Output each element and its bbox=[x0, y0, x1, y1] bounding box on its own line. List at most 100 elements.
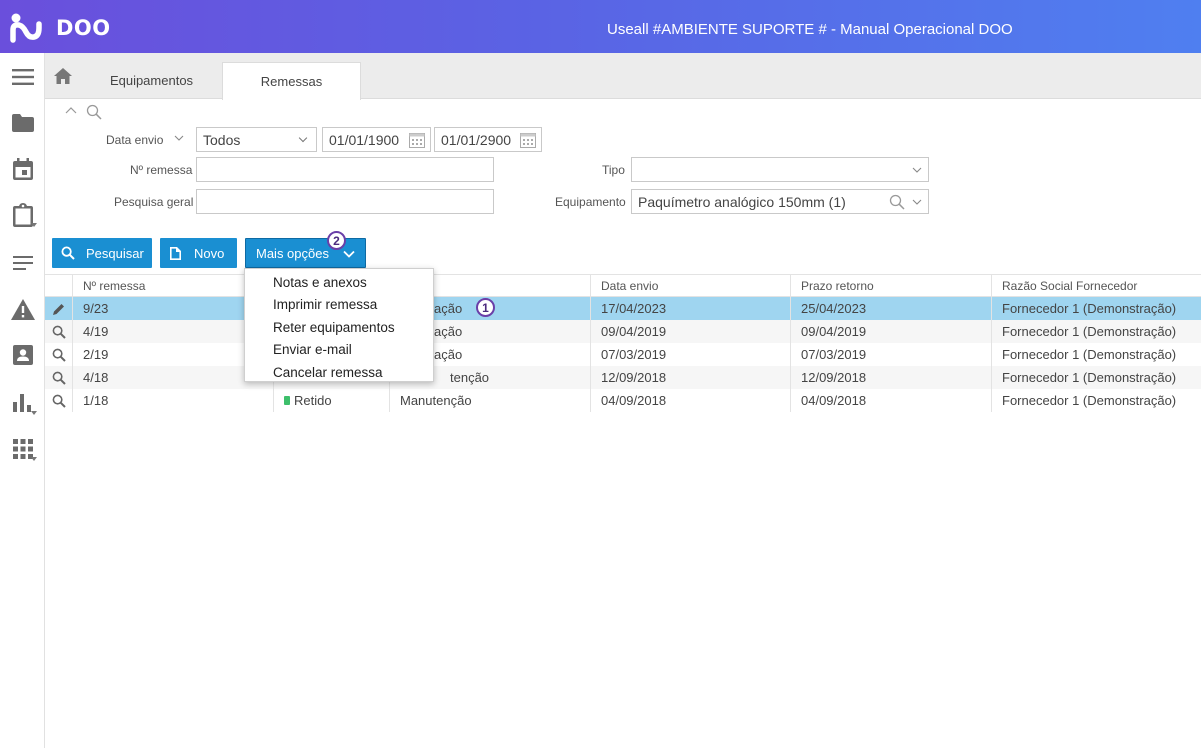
top-bar: DOO Useall #AMBIENTE SUPORTE # - Manual … bbox=[0, 0, 1201, 53]
table-row[interactable]: 1/18 Retido Manutenção 04/09/2018 04/09/… bbox=[45, 389, 1201, 412]
calendar-icon[interactable] bbox=[520, 132, 536, 148]
cell-nro-remessa: 9/23 bbox=[72, 297, 273, 320]
logo[interactable]: DOO bbox=[10, 12, 111, 44]
cell-nro-remessa: 1/18 bbox=[72, 389, 273, 412]
warning-icon[interactable] bbox=[0, 289, 45, 329]
view-search-icon[interactable] bbox=[45, 366, 72, 389]
bar-chart-icon[interactable] bbox=[0, 383, 45, 423]
folder-icon[interactable] bbox=[0, 103, 45, 143]
search-button[interactable]: Pesquisar bbox=[52, 238, 152, 268]
cell-data-envio: 04/09/2018 bbox=[590, 389, 790, 412]
equipamento-select[interactable]: Paquímetro analógico 150mm (1) bbox=[631, 189, 929, 214]
tabs-bar: Equipamentos Remessas bbox=[45, 53, 1201, 100]
step-badge-2: 2 bbox=[327, 231, 346, 250]
contact-card-icon[interactable] bbox=[0, 335, 45, 375]
step-badge-1: 1 bbox=[476, 298, 495, 317]
cell-prazo-retorno: 12/09/2018 bbox=[790, 366, 991, 389]
chevron-down-icon bbox=[298, 133, 308, 143]
app-window: DOO Useall #AMBIENTE SUPORTE # - Manual … bbox=[0, 0, 1201, 748]
date-from-field[interactable]: 01/01/1900 bbox=[322, 127, 431, 152]
new-button[interactable]: Novo bbox=[160, 238, 237, 268]
data-envio-select-value: Todos bbox=[203, 131, 241, 148]
calendar-icon[interactable] bbox=[0, 149, 45, 189]
cell-nro-remessa: 4/19 bbox=[72, 320, 273, 343]
cell-fornecedor: Fornecedor 1 (Demonstração) bbox=[991, 297, 1201, 320]
more-options-button[interactable]: Mais opções bbox=[245, 238, 366, 268]
nro-remessa-input[interactable] bbox=[196, 157, 494, 182]
grid-apps-icon[interactable] bbox=[0, 429, 45, 469]
menu-item-reter-equipamentos[interactable]: Reter equipamentos bbox=[245, 316, 433, 339]
date-to-field[interactable]: 01/01/2900 bbox=[434, 127, 542, 152]
table-row[interactable]: 2/19 ação 07/03/2019 07/03/2019 Forneced… bbox=[45, 343, 1201, 366]
cell-prazo-retorno: 04/09/2018 bbox=[790, 389, 991, 412]
tab-equipamentos[interactable]: Equipamentos bbox=[83, 62, 220, 99]
data-envio-select[interactable]: Todos bbox=[196, 127, 317, 152]
equipamento-label: Equipamento bbox=[555, 195, 626, 209]
new-button-label: Novo bbox=[194, 245, 225, 261]
status-indicator-icon bbox=[284, 396, 290, 405]
tipo-select[interactable] bbox=[631, 157, 929, 182]
chevron-down-icon bbox=[31, 457, 37, 461]
calendar-icon[interactable] bbox=[409, 132, 425, 148]
chevron-down-icon[interactable] bbox=[174, 135, 184, 141]
column-header-nro-remessa[interactable]: Nº remessa bbox=[72, 275, 273, 297]
list-icon[interactable] bbox=[0, 243, 45, 283]
sidebar bbox=[0, 53, 45, 748]
chevron-up-icon[interactable] bbox=[65, 106, 77, 114]
cell-data-envio: 12/09/2018 bbox=[590, 366, 790, 389]
pesquisa-geral-input[interactable] bbox=[196, 189, 494, 214]
chevron-down-icon bbox=[912, 167, 922, 173]
app-title: Useall #AMBIENTE SUPORTE # - Manual Oper… bbox=[607, 21, 1013, 38]
cell-prazo-retorno: 25/04/2023 bbox=[790, 297, 991, 320]
cell-nro-remessa: 4/18 bbox=[72, 366, 273, 389]
view-search-icon[interactable] bbox=[45, 389, 72, 412]
grid-header: Nº remessa Data envio Prazo retorno Razã… bbox=[45, 274, 1201, 297]
column-header-data-envio[interactable]: Data envio bbox=[590, 275, 790, 297]
more-options-menu: Notas e anexos Imprimir remessa Reter eq… bbox=[244, 268, 434, 382]
chevron-down-icon bbox=[31, 411, 37, 415]
table-row[interactable]: 9/23 ação 17/04/2023 25/04/2023 Forneced… bbox=[45, 297, 1201, 320]
cell-fornecedor: Fornecedor 1 (Demonstração) bbox=[991, 343, 1201, 366]
table-row[interactable]: 4/18 tenção 12/09/2018 12/09/2018 Fornec… bbox=[45, 366, 1201, 389]
document-icon bbox=[170, 246, 181, 260]
view-search-icon[interactable] bbox=[45, 320, 72, 343]
edit-icon[interactable] bbox=[45, 297, 72, 320]
clipboard-icon[interactable] bbox=[0, 195, 45, 235]
date-from-value: 01/01/1900 bbox=[329, 131, 400, 148]
date-to-value: 01/01/2900 bbox=[441, 131, 512, 148]
menu-item-cancelar-remessa[interactable]: Cancelar remessa bbox=[245, 361, 433, 384]
table-row[interactable]: 4/19 ação 09/04/2019 09/04/2019 Forneced… bbox=[45, 320, 1201, 343]
menu-item-enviar-email[interactable]: Enviar e-mail bbox=[245, 339, 433, 362]
more-options-label: Mais opções bbox=[256, 245, 329, 261]
tab-remessas[interactable]: Remessas bbox=[222, 62, 361, 100]
pesquisa-geral-label: Pesquisa geral bbox=[114, 195, 194, 209]
view-search-icon[interactable] bbox=[45, 343, 72, 366]
cell-tipo: Manutenção bbox=[389, 389, 590, 412]
cell-fornecedor: Fornecedor 1 (Demonstração) bbox=[991, 389, 1201, 412]
search-icon[interactable] bbox=[889, 194, 905, 210]
cell-data-envio: 17/04/2023 bbox=[590, 297, 790, 320]
nro-remessa-label: Nº remessa bbox=[130, 163, 193, 177]
column-header-prazo-retorno[interactable]: Prazo retorno bbox=[790, 275, 991, 297]
cell-prazo-retorno: 09/04/2019 bbox=[790, 320, 991, 343]
chevron-down-icon[interactable] bbox=[912, 199, 922, 205]
search-button-label: Pesquisar bbox=[86, 245, 144, 261]
tipo-label: Tipo bbox=[602, 163, 625, 177]
home-icon bbox=[54, 68, 72, 84]
cell-fornecedor: Fornecedor 1 (Demonstração) bbox=[991, 366, 1201, 389]
search-icon bbox=[86, 104, 102, 120]
cell-data-envio: 07/03/2019 bbox=[590, 343, 790, 366]
column-header-fornecedor[interactable]: Razão Social Fornecedor bbox=[991, 275, 1201, 297]
cell-status: Retido bbox=[273, 389, 389, 412]
menu-item-imprimir-remessa[interactable]: Imprimir remessa bbox=[245, 294, 433, 317]
cell-data-envio: 09/04/2019 bbox=[590, 320, 790, 343]
logo-mark-icon bbox=[10, 13, 42, 43]
equipamento-select-value: Paquímetro analógico 150mm (1) bbox=[638, 193, 846, 210]
menu-icon[interactable] bbox=[0, 57, 45, 97]
home-tab[interactable] bbox=[45, 53, 81, 99]
menu-item-notas-anexos[interactable]: Notas e anexos bbox=[245, 271, 433, 294]
cell-prazo-retorno: 07/03/2019 bbox=[790, 343, 991, 366]
cell-status-text: Retido bbox=[294, 393, 332, 408]
cell-nro-remessa: 2/19 bbox=[72, 343, 273, 366]
chevron-down-icon bbox=[31, 223, 37, 227]
